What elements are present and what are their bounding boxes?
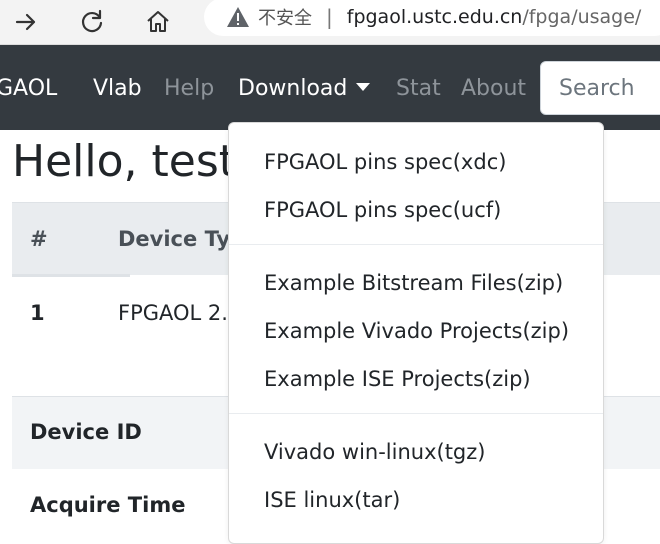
download-dropdown-menu: FPGAOL pins spec(xdc) FPGAOL pins spec(u… <box>228 122 604 544</box>
warning-icon[interactable] <box>226 6 250 28</box>
url-host: fpgaol.ustc.edu.cn <box>346 6 523 28</box>
site-navbar: GAOL Vlab Help Download Stat About <box>0 45 660 130</box>
dropdown-item-vivado-win-linux[interactable]: Vivado win-linux(tgz) <box>264 438 485 466</box>
dropdown-item-pins-ucf[interactable]: FPGAOL pins spec(ucf) <box>264 196 501 224</box>
insecure-label: 不安全 <box>258 8 312 29</box>
header-underline <box>12 274 130 277</box>
search-input[interactable] <box>540 61 660 115</box>
row-device-type: FPGAOL 2.1 <box>118 301 242 325</box>
dropdown-item-pins-xdc[interactable]: FPGAOL pins spec(xdc) <box>264 148 506 176</box>
nav-item-download[interactable]: Download <box>238 75 371 103</box>
column-header-index: # <box>30 227 48 251</box>
dropdown-item-example-vivado[interactable]: Example Vivado Projects(zip) <box>264 317 569 345</box>
nav-item-stat[interactable]: Stat <box>396 75 441 103</box>
nav-item-help[interactable]: Help <box>164 75 214 103</box>
url-path: /fpga/usage/ <box>522 6 642 28</box>
back-button[interactable] <box>10 6 42 38</box>
browser-toolbar: 不安全 | fpgaol.ustc.edu.cn/fpga/usage/ <box>0 0 660 45</box>
home-button[interactable] <box>142 6 174 38</box>
address-url[interactable]: fpgaol.ustc.edu.cn/fpga/usage/ <box>347 6 642 28</box>
dropdown-divider <box>229 244 603 245</box>
address-bar[interactable]: 不安全 | fpgaol.ustc.edu.cn/fpga/usage/ <box>204 0 660 36</box>
caret-down-icon <box>356 83 371 91</box>
arrow-right-icon <box>15 13 36 31</box>
navbar-brand[interactable]: GAOL <box>0 75 57 103</box>
reload-button[interactable] <box>76 6 108 38</box>
acquire-time-label: Acquire Time <box>30 493 186 517</box>
reload-icon <box>82 9 103 33</box>
device-id-label: Device ID <box>30 420 142 444</box>
nav-item-vlab[interactable]: Vlab <box>93 75 142 103</box>
dropdown-item-example-ise[interactable]: Example ISE Projects(zip) <box>264 365 531 393</box>
nav-item-download-label: Download <box>238 76 348 101</box>
row-index: 1 <box>30 301 45 325</box>
dropdown-divider <box>229 413 603 414</box>
dropdown-item-example-bitstream[interactable]: Example Bitstream Files(zip) <box>264 269 563 297</box>
dropdown-item-ise-linux[interactable]: ISE linux(tar) <box>264 486 400 514</box>
address-separator: | <box>326 5 333 29</box>
page-title: Hello, test <box>12 136 236 187</box>
nav-item-about[interactable]: About <box>461 75 526 103</box>
home-icon <box>147 11 169 32</box>
